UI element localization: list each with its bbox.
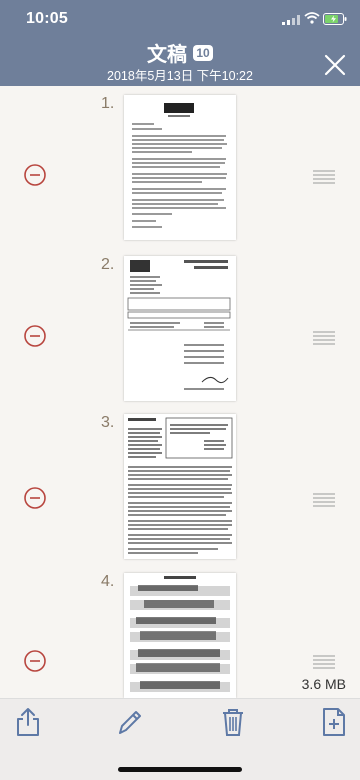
document-title: 文稿 [147,44,187,66]
minus-circle-icon[interactable] [24,325,46,347]
trash-icon[interactable] [219,707,247,737]
minus-circle-icon[interactable] [24,650,46,672]
minus-circle-icon[interactable] [24,487,46,509]
title-row: 文稿 10 [0,38,360,66]
home-indicator [118,767,242,772]
file-size-label: 3.6 MB [301,676,346,692]
drag-handle-icon[interactable] [313,331,335,345]
invoice-page-image [127,260,231,390]
minus-circle-icon[interactable] [24,164,46,186]
close-icon[interactable] [323,53,347,77]
page-number: 2. [101,256,115,273]
drag-handle-icon[interactable] [313,655,335,669]
add-page-icon[interactable] [320,707,348,737]
document-date: 2018年5月13日 下午10:22 [107,69,253,83]
page-row: 1. [0,95,360,245]
page-number: 1. [101,95,115,112]
header-bar: 10:05 文稿 10 2018年5月13日 下午10:22 [0,0,360,86]
drag-handle-icon[interactable] [313,170,335,184]
page-number: 4. [101,573,115,590]
page-thumbnail[interactable] [124,414,236,559]
sheet-music-page-image [130,576,230,692]
battery-icon [323,13,347,25]
page-row: 2. [0,256,360,406]
share-icon[interactable] [14,707,42,737]
page-row: 3. [0,414,360,564]
letter-page-image [132,103,227,228]
page-thumbnail[interactable] [124,95,236,240]
status-time: 10:05 [26,10,68,27]
page-number: 3. [101,414,115,431]
cellular-signal-icon [282,15,300,25]
status-bar: 10:05 [0,0,360,36]
wifi-icon [304,12,320,24]
page-thumbnail[interactable] [124,573,236,698]
page-count-badge: 10 [193,44,213,61]
page-thumbnail[interactable] [124,256,236,401]
notice-page-image [128,417,233,554]
pencil-icon[interactable] [115,707,143,737]
drag-handle-icon[interactable] [313,493,335,507]
